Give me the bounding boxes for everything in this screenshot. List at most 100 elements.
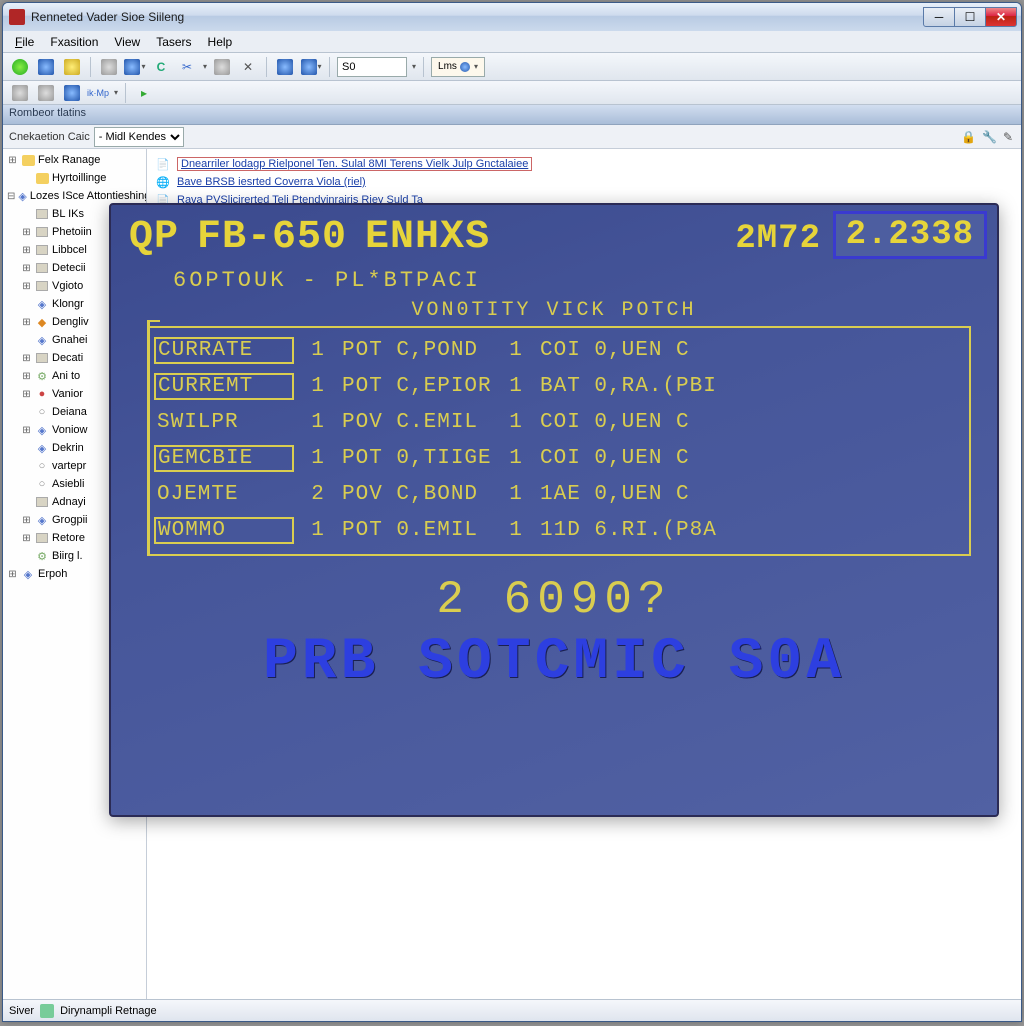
app-icon <box>9 9 25 25</box>
maximize-button[interactable]: ☐ <box>954 7 986 27</box>
tree-node-icon: ◈ <box>35 333 49 347</box>
separator <box>90 57 91 77</box>
lms-pill[interactable]: Lms▾ <box>431 57 485 77</box>
tree-item-0[interactable]: ⊞ Felx Ranage <box>3 151 146 169</box>
filter-select[interactable]: - Midl Kendes <box>94 127 184 147</box>
page-icon[interactable] <box>9 82 31 104</box>
tree-twisty-icon[interactable]: ⊞ <box>7 569 18 580</box>
application-window: Renneted Vader Sioe Siileng ─ ☐ ✕ File F… <box>2 2 1022 1022</box>
text-icon[interactable]: ik·Mp <box>87 82 109 104</box>
chevron-down-icon[interactable]: ▾ <box>412 62 416 71</box>
tree-node-icon: ◈ <box>35 297 49 311</box>
row-n2: 1 <box>502 519 530 542</box>
tree-item-label: Dekrin <box>52 442 84 454</box>
pencil-icon[interactable] <box>1003 130 1013 144</box>
tree-twisty-icon[interactable] <box>21 497 32 508</box>
view-icon[interactable]: ▾ <box>124 56 146 78</box>
toolbar-main: ▾ C ✂▾ ✕ ▾ ▾ Lms▾ <box>3 53 1021 81</box>
tree-twisty-icon[interactable]: ⊞ <box>21 263 32 274</box>
tree-twisty-icon[interactable]: ⊞ <box>21 245 32 256</box>
row-label: SWILPR <box>154 410 294 435</box>
tree-twisty-icon[interactable] <box>21 209 32 220</box>
menu-fxasition[interactable]: Fxasition <box>42 33 106 51</box>
terminal-display: 2.2338 QP FB-650 ENHXS 2M72 6OPTOUK - PL… <box>109 203 999 817</box>
tree-twisty-icon[interactable] <box>21 479 32 490</box>
play-icon[interactable]: ▸ <box>133 82 155 104</box>
tree-node-icon <box>35 171 49 185</box>
main-area: ⊞ Felx Ranage Hyrtoillinge⊟ ◈ Lozes ISce… <box>3 149 1021 999</box>
tree-twisty-icon[interactable]: ⊞ <box>21 317 32 328</box>
tree-twisty-icon[interactable]: ⊟ <box>7 191 15 202</box>
menu-file[interactable]: File <box>7 33 42 51</box>
wrench-icon[interactable] <box>982 130 997 144</box>
terminal-row: OJEMTE 2 POV C,BOND 1 1AE 0,UEN C <box>154 476 961 512</box>
tree-item-label: Grogpii <box>52 514 87 526</box>
doc-link-1[interactable]: Dnearriler lodagp Rielponel Ten. Sulal 8… <box>177 157 532 171</box>
terminal-brand: ENHXS <box>365 215 490 260</box>
grid2-icon[interactable]: ▾ <box>300 56 322 78</box>
value-input[interactable] <box>337 57 407 77</box>
window-controls: ─ ☐ ✕ <box>924 7 1017 27</box>
tree-twisty-icon[interactable] <box>21 443 32 454</box>
tree-item-label: Decati <box>52 352 83 364</box>
connect-icon[interactable] <box>35 56 57 78</box>
tree-node-icon: ⚙ <box>35 369 49 383</box>
align-icon[interactable] <box>61 82 83 104</box>
status-icon <box>40 1004 54 1018</box>
refresh-icon[interactable]: C <box>150 56 172 78</box>
tree-item-1[interactable]: Hyrtoillinge <box>3 169 146 187</box>
tree-item-label: Vanior <box>52 388 83 400</box>
monitor-icon[interactable] <box>98 56 120 78</box>
delete-icon[interactable]: ✕ <box>237 56 259 78</box>
row-label: WOMMO <box>154 517 294 544</box>
tree-twisty-icon[interactable] <box>21 299 32 310</box>
tree-twisty-icon[interactable]: ⊞ <box>21 353 32 364</box>
cut-icon[interactable]: ✂ <box>176 56 198 78</box>
tree-item-label: Hyrtoillinge <box>52 172 106 184</box>
tree-twisty-icon[interactable]: ⊞ <box>21 389 32 400</box>
menu-tasers[interactable]: Tasers <box>148 33 199 51</box>
tree-node-icon <box>35 207 49 221</box>
tree-twisty-icon[interactable]: ⊞ <box>21 515 32 526</box>
tree-twisty-icon[interactable]: ⊞ <box>21 371 32 382</box>
row-c2: POT C,POND <box>342 339 492 362</box>
tree-twisty-icon[interactable]: ⊞ <box>21 425 32 436</box>
tree-twisty-icon[interactable] <box>21 335 32 346</box>
folder-icon[interactable] <box>61 56 83 78</box>
doc-icon[interactable] <box>211 56 233 78</box>
tree-twisty-icon[interactable] <box>21 173 32 184</box>
tree-twisty-icon[interactable] <box>21 407 32 418</box>
tree-twisty-icon[interactable]: ⊞ <box>21 281 32 292</box>
tree-twisty-icon[interactable]: ⊞ <box>21 533 32 544</box>
row-c3: 11D 6.RI.(P8A <box>540 519 720 542</box>
close-button[interactable]: ✕ <box>985 7 1017 27</box>
row-c2: POT 0.EMIL <box>342 519 492 542</box>
menu-help[interactable]: Help <box>200 33 241 51</box>
tree-item-label: Biirg l. <box>52 550 83 562</box>
row-n2: 1 <box>502 339 530 362</box>
tree-item-label: Klongr <box>52 298 84 310</box>
row-n2: 1 <box>502 483 530 506</box>
row-n1: 1 <box>304 339 332 362</box>
tree-twisty-icon[interactable]: ⊞ <box>7 155 18 166</box>
row-n1: 2 <box>304 483 332 506</box>
tree-twisty-icon[interactable]: ⊞ <box>21 227 32 238</box>
menu-view[interactable]: View <box>106 33 148 51</box>
tree-twisty-icon[interactable] <box>21 551 32 562</box>
doc-icon: 📄 <box>155 156 171 172</box>
row-n1: 1 <box>304 447 332 470</box>
tree-item-label: Phetoiin <box>52 226 92 238</box>
minimize-button[interactable]: ─ <box>923 7 955 27</box>
globe-icon[interactable] <box>9 56 31 78</box>
tree-item-label: Ani to <box>52 370 80 382</box>
separator <box>423 57 424 77</box>
tree-twisty-icon[interactable] <box>21 461 32 472</box>
tree-node-icon: ◆ <box>35 315 49 329</box>
lock-icon[interactable] <box>961 130 976 144</box>
grid1-icon[interactable] <box>274 56 296 78</box>
terminal-row: GEMCBIE 1 POT 0,TIIGE 1 COI 0,UEN C <box>154 440 961 476</box>
tree-node-icon <box>21 153 35 167</box>
terminal-row: WOMMO 1 POT 0.EMIL 1 11D 6.RI.(P8A <box>154 512 961 548</box>
sheet-icon[interactable] <box>35 82 57 104</box>
doc-link-2[interactable]: Bave BRSB iesrted Coverra Viola (riel) <box>177 176 366 188</box>
